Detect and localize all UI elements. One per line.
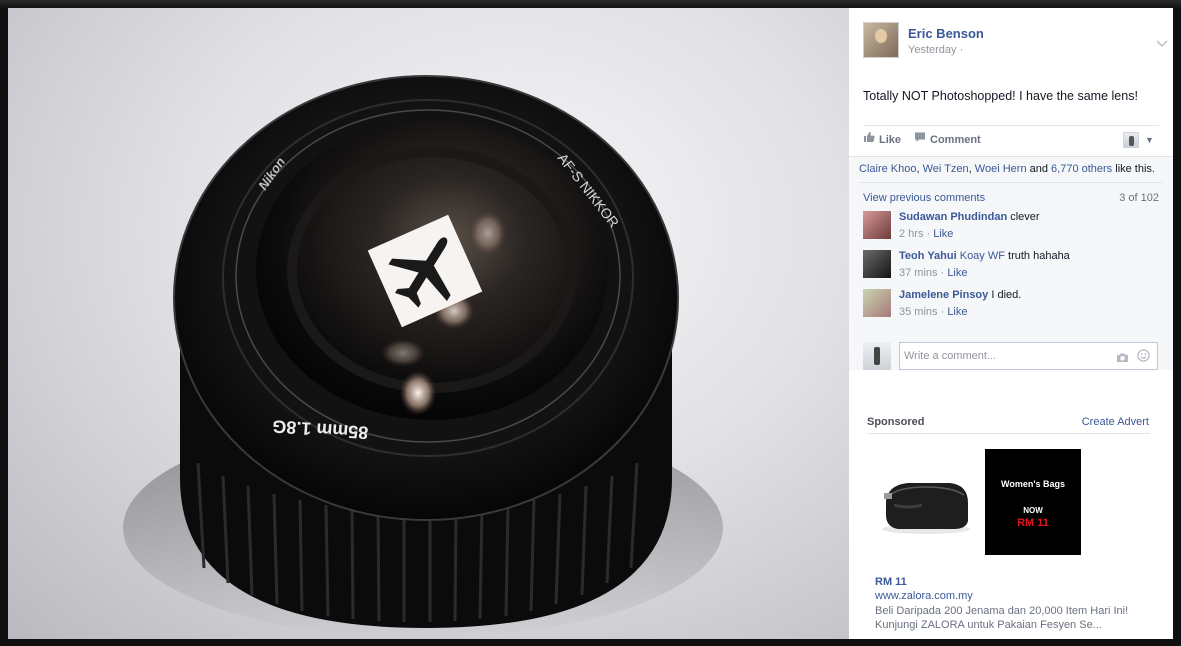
post-header: Eric Benson Yesterday · — [863, 22, 1168, 62]
commenter-avatar[interactable] — [863, 289, 891, 317]
sponsored-heading: Sponsored — [867, 416, 925, 428]
commenter-name-link[interactable]: Teoh Yahui — [899, 250, 957, 262]
tagged-user-link[interactable]: Koay WF — [957, 250, 1005, 262]
comment-text: clever — [1007, 211, 1040, 223]
ad-description: Beli Daripada 200 Jenama dan 20,000 Item… — [875, 605, 1129, 631]
chevron-down-icon[interactable] — [1155, 38, 1169, 52]
comment-time[interactable]: 2 hrs — [899, 228, 923, 240]
comment-time[interactable]: 37 mins — [899, 267, 938, 279]
comment-body: Teoh Yahui Koay WF truth hahaha — [899, 250, 1070, 262]
comment-label: Comment — [930, 134, 981, 146]
divider — [859, 182, 1163, 183]
ad-domain-link[interactable]: www.zalora.com.my — [875, 590, 973, 602]
liker-link[interactable]: Claire Khoo — [859, 163, 916, 175]
comment-text: truth hahaha — [1004, 250, 1070, 262]
post-sidebar: Eric Benson Yesterday · Totally NOT Phot… — [849, 8, 1173, 639]
comment-body: Jamelene Pinsoy I died. — [899, 289, 1021, 301]
ad-image-price: RM 11 — [1017, 517, 1049, 529]
photo-viewer[interactable]: Nikon AF-S NIKKOR 85mm 1.8G — [8, 8, 849, 639]
comment-like-link[interactable]: Like — [933, 228, 953, 240]
ad-promo-panel: Women's Bags NOW RM 11 — [985, 449, 1081, 555]
view-previous-comments-link[interactable]: View previous comments — [863, 192, 985, 204]
comment-composer — [863, 342, 1159, 372]
like-button[interactable]: Like — [863, 131, 901, 149]
emoji-icon[interactable] — [1137, 349, 1150, 367]
caret-down-icon: ▼ — [1145, 135, 1154, 145]
comment-item: Sudawan Phudindan clever 2 hrs · Like — [863, 211, 1159, 245]
ad-headline-link[interactable]: RM 11 — [875, 576, 907, 588]
ad-image-title: Women's Bags — [1001, 479, 1065, 489]
comment-item: Teoh Yahui Koay WF truth hahaha 37 mins … — [863, 250, 1159, 284]
liker-link[interactable]: Wei Tzen — [923, 163, 969, 175]
comment-meta: 2 hrs · Like — [899, 228, 954, 240]
divider — [867, 433, 1150, 434]
camera-icon[interactable] — [1116, 350, 1129, 368]
comment-item: Jamelene Pinsoy I died. 35 mins · Like — [863, 289, 1159, 323]
identity-avatar — [1123, 132, 1139, 148]
posting-identity-picker[interactable]: ▼ — [1123, 131, 1159, 149]
feedback-section: Claire Khoo, Wei Tzen, Woei Hern and 6,7… — [849, 156, 1173, 370]
post-timestamp[interactable]: Yesterday · — [908, 44, 963, 56]
comment-button[interactable]: Comment — [914, 131, 981, 149]
author-name-link[interactable]: Eric Benson — [908, 26, 984, 41]
post-action-bar: Like Comment ▼ — [863, 131, 1159, 149]
commenter-name-link[interactable]: Jamelene Pinsoy — [899, 289, 988, 301]
likes-summary: Claire Khoo, Wei Tzen, Woei Hern and 6,7… — [859, 163, 1155, 175]
liker-link[interactable]: Woei Hern — [975, 163, 1027, 175]
speech-bubble-icon — [914, 131, 926, 149]
sponsored-section: Sponsored Create Advert Women's Bags NOW… — [867, 413, 1152, 633]
author-avatar[interactable] — [863, 22, 899, 58]
divider — [863, 125, 1159, 126]
comment-text: I died. — [988, 289, 1022, 301]
likes-others-link[interactable]: 6,770 others — [1051, 163, 1112, 175]
comment-body: Sudawan Phudindan clever — [899, 211, 1040, 223]
ad-image-now: NOW — [1023, 506, 1043, 515]
commenter-avatar[interactable] — [863, 211, 891, 239]
comment-like-link[interactable]: Like — [947, 267, 967, 279]
ad-image[interactable]: Women's Bags NOW RM 11 — [878, 449, 1081, 555]
like-label: Like — [879, 134, 902, 146]
page-backdrop — [0, 0, 1181, 8]
comment-time[interactable]: 35 mins — [899, 306, 938, 318]
current-user-avatar — [863, 342, 891, 370]
comment-meta: 37 mins · Like — [899, 267, 968, 279]
create-advert-link[interactable]: Create Advert — [1082, 416, 1149, 428]
comment-like-link[interactable]: Like — [947, 306, 967, 318]
comment-meta: 35 mins · Like — [899, 306, 968, 318]
handbag-image — [878, 449, 985, 555]
post-message: Totally NOT Photoshopped! I have the sam… — [863, 89, 1138, 103]
commenter-name-link[interactable]: Sudawan Phudindan — [899, 211, 1007, 223]
thumbs-up-icon — [863, 131, 875, 149]
commenter-avatar[interactable] — [863, 250, 891, 278]
lens-photo: Nikon AF-S NIKKOR 85mm 1.8G — [123, 75, 723, 638]
comment-count: 3 of 102 — [1119, 192, 1159, 204]
